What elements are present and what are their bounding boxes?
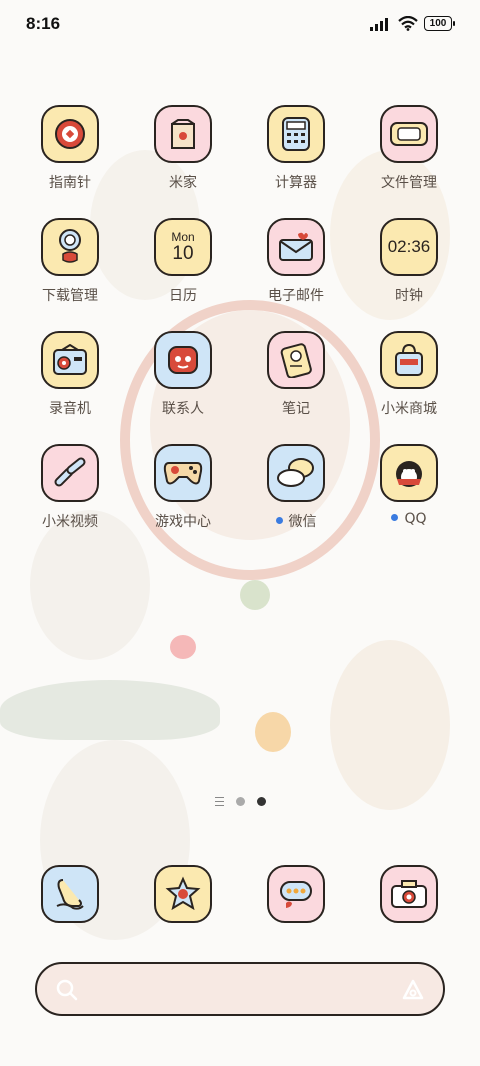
app-label: 米家: [169, 175, 197, 191]
app-label: QQ: [359, 511, 459, 527]
search-bar[interactable]: [35, 962, 445, 1016]
app-recorder[interactable]: 录音机: [20, 331, 120, 418]
status-time: 8:16: [26, 14, 61, 33]
battery-icon: 100: [424, 16, 455, 31]
mi-store-icon: [380, 331, 438, 389]
app-label: 电子邮件: [268, 288, 324, 304]
app-wechat[interactable]: 微信: [246, 444, 346, 531]
app-label: 游戏中心: [155, 514, 211, 530]
app-contacts[interactable]: 联系人: [133, 331, 233, 418]
notification-dot: [391, 514, 399, 521]
app-game-center[interactable]: 游戏中心: [133, 444, 233, 531]
app-label: 时钟: [395, 288, 423, 304]
signal-icon: [370, 17, 388, 31]
recorder-icon: [41, 331, 99, 389]
clock-icon: 02:36: [380, 218, 438, 276]
dock-camera[interactable]: [359, 865, 459, 923]
app-label: 录音机: [49, 401, 91, 417]
app-label-text: 微信: [288, 514, 317, 530]
wechat-icon: [267, 444, 325, 502]
phone-icon: [41, 865, 99, 923]
notes-icon: [267, 331, 325, 389]
app-label: 小米商城: [381, 401, 437, 417]
app-calculator[interactable]: 计算器: [246, 105, 346, 192]
page-dot-2[interactable]: [256, 797, 266, 806]
app-email[interactable]: 电子邮件: [246, 218, 346, 305]
app-mi-store[interactable]: 小米商城: [359, 331, 459, 418]
app-label-text: QQ: [404, 511, 427, 527]
dock-messages[interactable]: [246, 865, 346, 923]
calculator-icon: [267, 105, 325, 163]
app-label: 文件管理: [381, 175, 437, 191]
search-input[interactable]: [89, 976, 383, 1004]
page-indicator[interactable]: [0, 797, 480, 806]
download-manager-icon: [41, 218, 99, 276]
app-download-manager[interactable]: 下载管理: [20, 218, 120, 305]
app-calendar[interactable]: Mon 10 日历: [133, 218, 233, 305]
mi-video-icon: [41, 444, 99, 502]
app-file-manager[interactable]: 文件管理: [359, 105, 459, 192]
dock-phone[interactable]: [20, 865, 120, 923]
page-dot-1[interactable]: [235, 797, 245, 806]
app-drawer-indicator-icon[interactable]: [214, 797, 224, 806]
clock-time: 02:36: [387, 237, 431, 256]
messages-icon: [267, 865, 325, 923]
app-label: 联系人: [162, 401, 204, 417]
notification-dot: [275, 517, 283, 524]
app-label: 小米视频: [42, 514, 98, 530]
dock-browser[interactable]: [133, 865, 233, 923]
file-manager-icon: [380, 105, 438, 163]
status-bar: 8:16 100: [0, 0, 480, 52]
calendar-date: 10: [172, 242, 194, 264]
app-mi-video[interactable]: 小米视频: [20, 444, 120, 531]
app-clock[interactable]: 02:36 时钟: [359, 218, 459, 305]
app-notes[interactable]: 笔记: [246, 331, 346, 418]
search-icon[interactable]: [55, 978, 79, 1002]
calendar-icon: Mon 10: [154, 218, 212, 276]
app-label: 笔记: [282, 401, 310, 417]
wifi-icon: [398, 16, 418, 31]
browser-icon: [154, 865, 212, 923]
app-label: 微信: [246, 511, 346, 531]
calendar-day: Mon: [171, 229, 195, 244]
app-label: 日历: [169, 288, 197, 304]
app-label: 计算器: [275, 175, 317, 191]
compass-icon: [41, 105, 99, 163]
app-mi-home[interactable]: 米家: [133, 105, 233, 192]
mi-home-icon: [154, 105, 212, 163]
app-compass[interactable]: 指南针: [20, 105, 120, 192]
app-qq[interactable]: QQ: [359, 444, 459, 527]
assistant-icon[interactable]: [401, 978, 425, 1002]
app-label: 指南针: [49, 175, 91, 191]
qq-icon: [380, 444, 438, 502]
game-center-icon: [154, 444, 212, 502]
contacts-icon: [154, 331, 212, 389]
camera-icon: [380, 865, 438, 923]
app-label: 下载管理: [42, 288, 98, 304]
email-icon: [267, 218, 325, 276]
